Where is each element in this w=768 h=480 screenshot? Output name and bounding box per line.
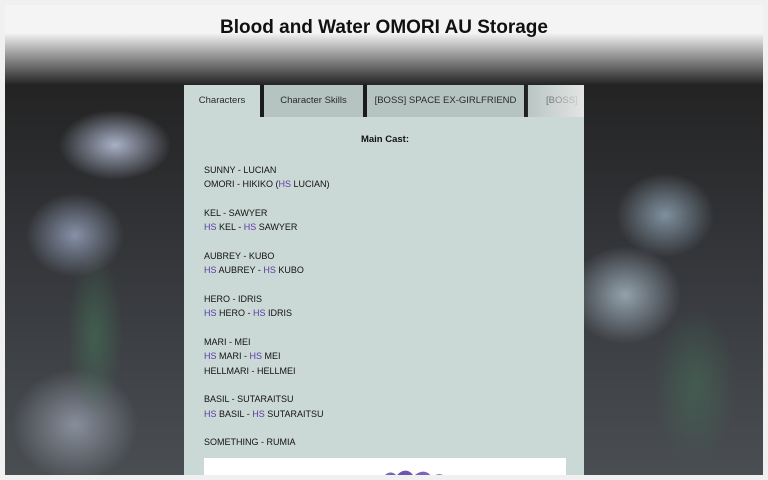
cast-text: MARI - MEI <box>204 336 251 347</box>
tab-characters[interactable]: Characters <box>184 85 260 117</box>
cast-line: SOMETHING - RUMIA <box>204 435 566 450</box>
tab-boss[interactable]: [BOSS] <box>528 85 584 117</box>
hs-tag: HS <box>204 308 217 318</box>
cast-line: HELLMARI - HELLMEI <box>204 364 566 379</box>
cast-text: AUBREY - <box>216 265 264 275</box>
cast-line: HS HERO - HS IDRIS <box>204 306 566 321</box>
cast-line: HS AUBREY - HS KUBO <box>204 263 566 278</box>
cast-text: AUBREY - KUBO <box>204 250 275 261</box>
cast-text: IDRIS <box>265 308 293 318</box>
cast-text: SOMETHING - RUMIA <box>204 437 296 447</box>
section-heading: Main Cast: <box>360 134 410 145</box>
cast-group-sunny: SUNNY - LUCIAN OMORI - HIKIKO (HS LUCIAN… <box>204 163 566 192</box>
cast-text: HELLMARI - HELLMEI <box>204 365 296 376</box>
content-panel: Characters Character Skills [BOSS] SPACE… <box>184 85 584 475</box>
page-title: Blood and Water OMORI AU Storage <box>220 17 548 38</box>
cast-group-hero: HERO - IDRIS HS HERO - HS IDRIS <box>204 292 566 321</box>
cast-line: KEL - SAWYER <box>204 206 566 221</box>
cast-line: MARI - MEI <box>204 335 566 350</box>
cast-group-aubrey: AUBREY - KUBO HS AUBREY - HS KUBO <box>204 249 566 278</box>
cast-text: LUCIAN) <box>291 179 330 189</box>
cast-line: BASIL - SUTARAITSU <box>204 392 566 407</box>
hs-tag: HS <box>204 408 217 419</box>
cast-text: MEI <box>262 351 281 361</box>
cast-line: SUNNY - LUCIAN <box>204 163 566 178</box>
tab-bar: Characters Character Skills [BOSS] SPACE… <box>184 85 584 117</box>
cast-text: BASIL - SUTARAITSU <box>204 394 294 404</box>
cast-text: KEL - <box>216 222 244 232</box>
cast-text: BASIL - <box>216 408 253 419</box>
cast-line: AUBREY - KUBO <box>204 249 566 264</box>
cast-text: KUBO <box>275 265 304 275</box>
cast-group-kel: KEL - SAWYER HS KEL - HS SAWYER <box>204 206 566 235</box>
purple-flower-icon <box>385 470 443 475</box>
hs-tag: HS <box>204 351 217 361</box>
hs-tag: HS <box>263 265 276 275</box>
tab-character-skills[interactable]: Character Skills <box>264 85 363 117</box>
tab-boss-space-ex-girlfriend[interactable]: [BOSS] SPACE EX-GIRLFRIEND <box>367 85 524 117</box>
cast-text: SUTARAITSU <box>264 408 324 419</box>
cast-group-something: SOMETHING - RUMIA <box>204 435 566 450</box>
cast-line: HS BASIL - HS SUTARAITSU <box>204 407 566 422</box>
cast-text: HERO - <box>216 308 254 318</box>
cast-text: MARI - <box>216 351 250 361</box>
cast-line: OMORI - HIKIKO (HS LUCIAN) <box>204 177 566 192</box>
cast-text: SUNNY - LUCIAN <box>204 164 277 175</box>
cast-text: OMORI - HIKIKO ( <box>204 179 279 189</box>
character-image <box>204 458 566 475</box>
hs-tag: HS <box>204 265 217 275</box>
page-frame: Blood and Water OMORI AU Storage Charact… <box>5 5 763 475</box>
cast-line: HERO - IDRIS <box>204 292 566 307</box>
cast-line: HS MARI - HS MEI <box>204 349 566 364</box>
cast-text: SAWYER <box>256 222 298 232</box>
hs-tag: HS <box>204 222 217 232</box>
hs-tag: HS <box>253 308 266 318</box>
cast-text: HERO - IDRIS <box>204 293 263 304</box>
cast-group-basil: BASIL - SUTARAITSU HS BASIL - HS SUTARAI… <box>204 392 566 421</box>
hs-tag: HS <box>249 351 263 361</box>
hs-tag: HS <box>278 179 292 189</box>
character-list: Main Cast: SUNNY - LUCIAN OMORI - HIKIKO… <box>204 133 566 464</box>
cast-group-mari: MARI - MEI HS MARI - HS MEI HELLMARI - H… <box>204 335 566 379</box>
cast-text: KEL - SAWYER <box>204 207 268 218</box>
hs-tag: HS <box>252 408 265 419</box>
hs-tag: HS <box>243 222 257 232</box>
cast-line: HS KEL - HS SAWYER <box>204 220 566 235</box>
